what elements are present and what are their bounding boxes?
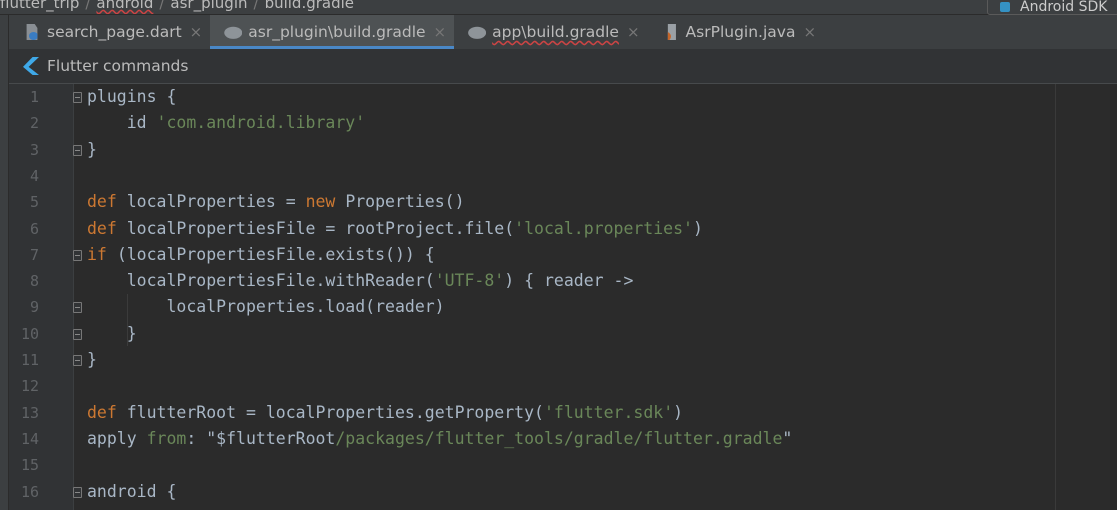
line-number: 3 (29, 140, 39, 159)
line-number: 2 (29, 114, 39, 133)
java-file-icon (667, 24, 676, 40)
breadcrumb-separator: / (85, 0, 91, 12)
string-token: 'com.android.library' (156, 113, 366, 133)
string-token: 'UTF-8' (434, 271, 505, 291)
line-number: 5 (29, 193, 39, 212)
string-token: from (146, 428, 187, 448)
fold-marker-icon[interactable] (73, 249, 82, 261)
close-icon[interactable]: × (190, 23, 203, 41)
close-icon[interactable]: × (627, 23, 640, 41)
flutter-icon (23, 57, 39, 75)
fold-marker-icon[interactable] (73, 328, 82, 340)
gradle-icon (468, 26, 487, 39)
tab-label: AsrPlugin.java (685, 23, 796, 41)
close-icon[interactable]: × (803, 23, 816, 41)
code-token: flutterRoot = localProperties.getPropert… (126, 402, 544, 422)
code-token: ) { reader -> (504, 271, 634, 291)
code-line[interactable]: id 'com.android.library' (87, 110, 365, 136)
string-token: 'flutter.sdk' (543, 402, 674, 422)
breadcrumb-item[interactable]: flutter_trip (0, 0, 79, 12)
code-token: localPropertiesFile = rootProject.file( (126, 218, 515, 238)
tab-label: app\build.gradle (492, 23, 619, 41)
code-line[interactable]: if (localPropertiesFile.exists()) { (87, 242, 435, 268)
code-token: } (87, 350, 97, 369)
code-token: android { (87, 481, 177, 501)
tab-label: search_page.dart (47, 23, 182, 41)
fold-marker-icon[interactable] (73, 92, 82, 103)
code-line[interactable]: def localProperties = new Properties() (87, 189, 465, 215)
code-line[interactable]: def flutterRoot = localProperties.getPro… (87, 400, 683, 426)
breadcrumb-separator: / (253, 0, 259, 12)
code-line[interactable]: apply from: "$flutterRoot/packages/flutt… (87, 426, 792, 452)
fold-marker-icon[interactable] (73, 486, 82, 498)
code-token: } (87, 323, 137, 343)
tab-app-build-gradle[interactable]: app\build.gradle × (454, 15, 647, 49)
close-icon[interactable]: × (434, 23, 447, 41)
breadcrumb-separator: / (159, 0, 165, 12)
line-number: 10 (20, 324, 39, 343)
line-number: 16 (20, 482, 39, 501)
flutter-commands-link[interactable]: Flutter commands (47, 57, 188, 75)
code-token: Properties() (345, 192, 465, 212)
code-token: id (87, 113, 157, 133)
fold-marker-icon[interactable] (73, 355, 82, 366)
keyword-token: if (87, 244, 117, 264)
code-token: " (782, 428, 793, 448)
left-tool-strip[interactable] (0, 15, 9, 510)
fold-marker-icon[interactable] (73, 144, 82, 156)
line-number: 9 (29, 298, 39, 317)
code-line[interactable]: } (87, 347, 97, 373)
code-token: (localPropertiesFile.exists()) { (116, 244, 435, 264)
code-token: localProperties.load(reader) (87, 297, 445, 317)
code-line[interactable]: } (87, 137, 97, 163)
line-number: 6 (29, 219, 39, 238)
code-token: plugins { (87, 87, 177, 106)
breadcrumb-item[interactable]: asr_plugin (170, 0, 247, 12)
tab-label: asr_plugin\build.gradle (248, 23, 426, 41)
keyword-token: def (87, 402, 127, 422)
tab-search-page-dart[interactable]: search_page.dart × (9, 15, 210, 49)
code-token: localPropertiesFile.withReader( (87, 271, 435, 291)
run-config-selector[interactable]: Android SDK (987, 0, 1117, 15)
line-number: 14 (20, 429, 39, 448)
code-line[interactable]: localProperties.load(reader) (87, 294, 445, 320)
keyword-token: new (305, 192, 346, 212)
string-token: /packages/flutter_tools/gradle/flutter.g… (335, 428, 783, 448)
code-token: ) (673, 402, 684, 422)
line-number: 13 (20, 403, 39, 422)
dart-file-icon (26, 24, 38, 40)
breadcrumb: flutter_trip / android / asr_plugin / build.gr… (0, 0, 1117, 15)
code-line[interactable]: } (87, 321, 137, 347)
breadcrumb-item[interactable]: build.gradle (265, 0, 354, 12)
line-number: 1 (29, 88, 39, 106)
code-token: ) (692, 218, 703, 238)
code-line[interactable]: plugins { (87, 84, 176, 110)
gradle-icon (224, 26, 243, 39)
line-number: 8 (29, 272, 39, 291)
line-number: 4 (29, 166, 39, 185)
keyword-token: def (87, 192, 127, 212)
line-number: 11 (20, 351, 39, 369)
code-line[interactable]: def localPropertiesFile = rootProject.fi… (87, 216, 703, 242)
flutter-commands-bar[interactable]: Flutter commands (9, 49, 1117, 84)
code-token: apply (87, 428, 147, 448)
fold-marker-icon[interactable] (73, 302, 82, 314)
run-config-label: Android SDK (1020, 0, 1108, 15)
device-icon (1000, 2, 1010, 12)
code-line[interactable]: localPropertiesFile.withReader('UTF-8') … (87, 268, 634, 294)
tab-asr-plugin-build-gradle[interactable]: asr_plugin\build.gradle × (210, 15, 455, 49)
breadcrumb-item[interactable]: android (96, 0, 153, 12)
string-token: 'local.properties' (514, 218, 693, 238)
keyword-token: def (87, 218, 127, 238)
code-token: localProperties = (126, 192, 306, 212)
line-number: 7 (29, 245, 39, 264)
line-number: 15 (20, 456, 39, 475)
tab-asrplugin-java[interactable]: AsrPlugin.java × (648, 15, 824, 49)
code-token: : "$flutterRoot (186, 428, 336, 448)
editor-tabs: search_page.dart × asr_plugin\build.gradle… (9, 15, 1117, 49)
code-line[interactable]: android { (87, 479, 176, 505)
line-number: 12 (20, 377, 39, 396)
code-token: } (87, 139, 97, 159)
right-margin-guide (1055, 84, 1056, 510)
